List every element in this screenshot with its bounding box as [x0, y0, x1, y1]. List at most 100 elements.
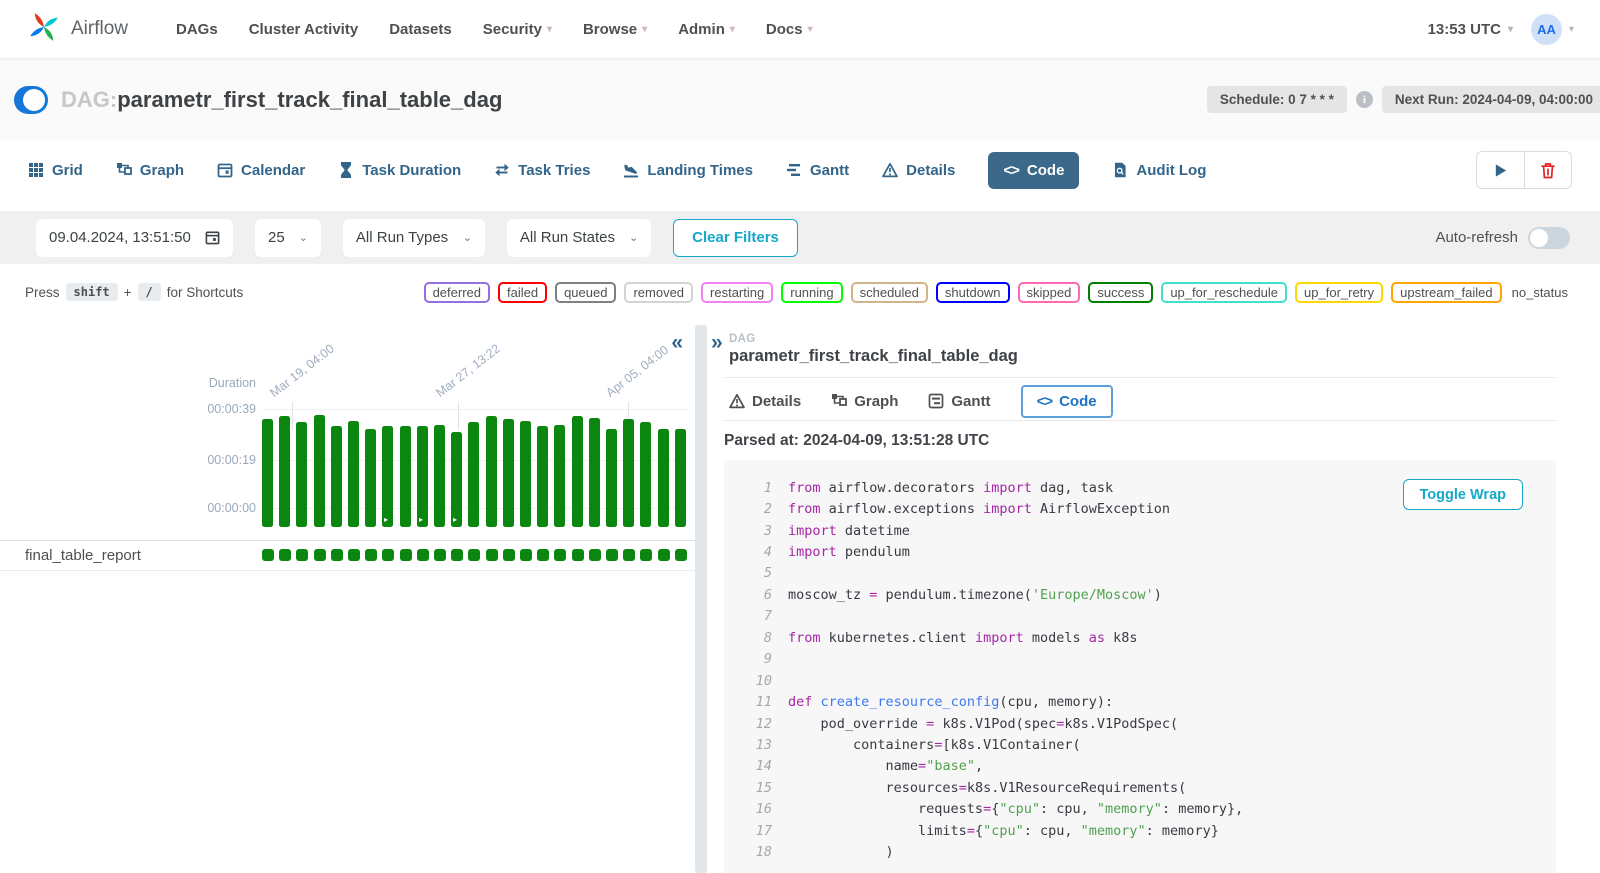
task-instance-square[interactable] [365, 549, 377, 561]
legend-running[interactable]: running [781, 282, 842, 303]
tab-task-duration[interactable]: Task Duration [338, 162, 461, 179]
tab-gantt[interactable]: Gantt [786, 162, 849, 179]
expand-right-icon[interactable]: » [711, 332, 723, 353]
legend-skipped[interactable]: skipped [1018, 282, 1081, 303]
dag-run-bar[interactable] [537, 426, 548, 527]
nav-item-cluster-activity[interactable]: Cluster Activity [249, 21, 358, 38]
nav-item-browse[interactable]: Browse▾ [583, 21, 647, 38]
base-date-input[interactable]: 09.04.2024, 13:51:50 [36, 219, 233, 257]
airflow-brand[interactable]: Airflow [26, 9, 128, 50]
legend-failed[interactable]: failed [498, 282, 547, 303]
task-instance-square[interactable] [658, 549, 670, 561]
legend-up_for_reschedule[interactable]: up_for_reschedule [1161, 282, 1287, 303]
dag-run-bar[interactable] [279, 416, 290, 527]
legend-success[interactable]: success [1088, 282, 1153, 303]
tab-details[interactable]: Details [882, 162, 955, 179]
task-instance-square[interactable] [572, 549, 584, 561]
dag-run-bar[interactable] [623, 419, 634, 527]
legend-removed[interactable]: removed [624, 282, 693, 303]
task-instance-square[interactable] [640, 549, 652, 561]
detail-tab-code[interactable]: <>Code [1021, 385, 1113, 418]
dag-run-bar[interactable] [348, 421, 359, 527]
tab-grid[interactable]: Grid [28, 162, 83, 179]
dag-run-bar[interactable] [314, 415, 325, 527]
task-instance-square[interactable] [262, 549, 274, 561]
avatar[interactable]: AA [1531, 14, 1562, 45]
task-instance-square[interactable] [503, 549, 515, 561]
dag-run-bar[interactable] [658, 429, 669, 527]
dag-run-bar[interactable] [554, 425, 565, 527]
task-instance-square[interactable] [314, 549, 326, 561]
legend-restarting[interactable]: restarting [701, 282, 773, 303]
task-instance-square[interactable] [434, 549, 446, 561]
dag-run-bar[interactable] [434, 425, 445, 527]
dag-run-bar[interactable]: ▸ [451, 432, 462, 527]
legend-queued[interactable]: queued [555, 282, 616, 303]
task-instance-square[interactable] [382, 549, 394, 561]
page-size-select[interactable]: 25 ⌄ [255, 219, 321, 257]
dag-run-bar[interactable] [262, 419, 273, 527]
detail-tab-details[interactable]: Details [729, 393, 801, 410]
user-menu[interactable]: AA ▾ [1531, 14, 1574, 45]
toggle-wrap-button[interactable]: Toggle Wrap [1403, 479, 1523, 510]
task-name[interactable]: final_table_report [25, 547, 141, 564]
task-instance-square[interactable] [589, 549, 601, 561]
dag-run-bar[interactable] [365, 429, 376, 527]
task-instance-square[interactable] [486, 549, 498, 561]
tab-code[interactable]: <>Code [988, 152, 1079, 189]
dag-run-bar[interactable] [400, 426, 411, 527]
auto-refresh-toggle[interactable] [1528, 227, 1570, 249]
legend-scheduled[interactable]: scheduled [851, 282, 928, 303]
dag-run-bar[interactable] [675, 429, 686, 527]
clear-filters-button[interactable]: Clear Filters [673, 219, 798, 257]
task-instance-square[interactable] [279, 549, 291, 561]
nav-item-datasets[interactable]: Datasets [389, 21, 452, 38]
delete-dag-button[interactable] [1524, 152, 1571, 188]
tab-task-tries[interactable]: Task Tries [494, 162, 590, 179]
legend-upstream_failed[interactable]: upstream_failed [1391, 282, 1502, 303]
dag-run-bar[interactable] [486, 416, 497, 527]
clock-dropdown[interactable]: 13:53 UTC ▾ [1428, 21, 1513, 38]
nav-item-dags[interactable]: DAGs [176, 21, 218, 38]
legend-deferred[interactable]: deferred [424, 282, 490, 303]
task-instance-square[interactable] [296, 549, 308, 561]
nav-item-docs[interactable]: Docs▾ [766, 21, 813, 38]
task-instance-square[interactable] [400, 549, 412, 561]
task-instance-square[interactable] [675, 549, 687, 561]
task-instance-square[interactable] [537, 549, 549, 561]
task-instance-square[interactable] [451, 549, 463, 561]
collapse-left-icon[interactable]: « [671, 332, 683, 353]
dag-run-bar[interactable]: ▸ [382, 426, 393, 527]
dag-run-bar[interactable] [589, 418, 600, 527]
nav-item-admin[interactable]: Admin▾ [678, 21, 735, 38]
dag-pause-toggle[interactable] [14, 86, 48, 114]
info-icon[interactable]: i [1356, 91, 1373, 108]
tab-audit-log[interactable]: Audit Log [1112, 162, 1206, 179]
trigger-dag-button[interactable] [1477, 152, 1524, 188]
task-instance-square[interactable] [623, 549, 635, 561]
task-instance-square[interactable] [348, 549, 360, 561]
task-instance-square[interactable] [606, 549, 618, 561]
dag-run-bar[interactable] [331, 426, 342, 527]
dag-run-bar[interactable] [606, 429, 617, 527]
task-instance-square[interactable] [331, 549, 343, 561]
panel-resize-handle[interactable] [695, 325, 707, 873]
detail-tab-graph[interactable]: Graph [831, 393, 898, 410]
task-instance-square[interactable] [520, 549, 532, 561]
legend-up_for_retry[interactable]: up_for_retry [1295, 282, 1383, 303]
task-instance-square[interactable] [554, 549, 566, 561]
dag-run-bar[interactable] [296, 422, 307, 527]
dag-run-bar[interactable] [640, 422, 651, 527]
dag-run-bar[interactable] [503, 419, 514, 527]
run-states-select[interactable]: All Run States ⌄ [507, 219, 651, 257]
detail-tab-gantt[interactable]: Gantt [928, 393, 990, 410]
tab-landing-times[interactable]: Landing Times [623, 162, 753, 179]
task-instance-square[interactable] [417, 549, 429, 561]
run-types-select[interactable]: All Run Types ⌄ [343, 219, 485, 257]
tab-calendar[interactable]: Calendar [217, 162, 305, 179]
dag-run-bar[interactable] [520, 421, 531, 527]
nav-item-security[interactable]: Security▾ [483, 21, 552, 38]
dag-run-bar[interactable] [468, 422, 479, 527]
legend-shutdown[interactable]: shutdown [936, 282, 1010, 303]
dag-run-bar[interactable]: ▸ [417, 426, 428, 527]
